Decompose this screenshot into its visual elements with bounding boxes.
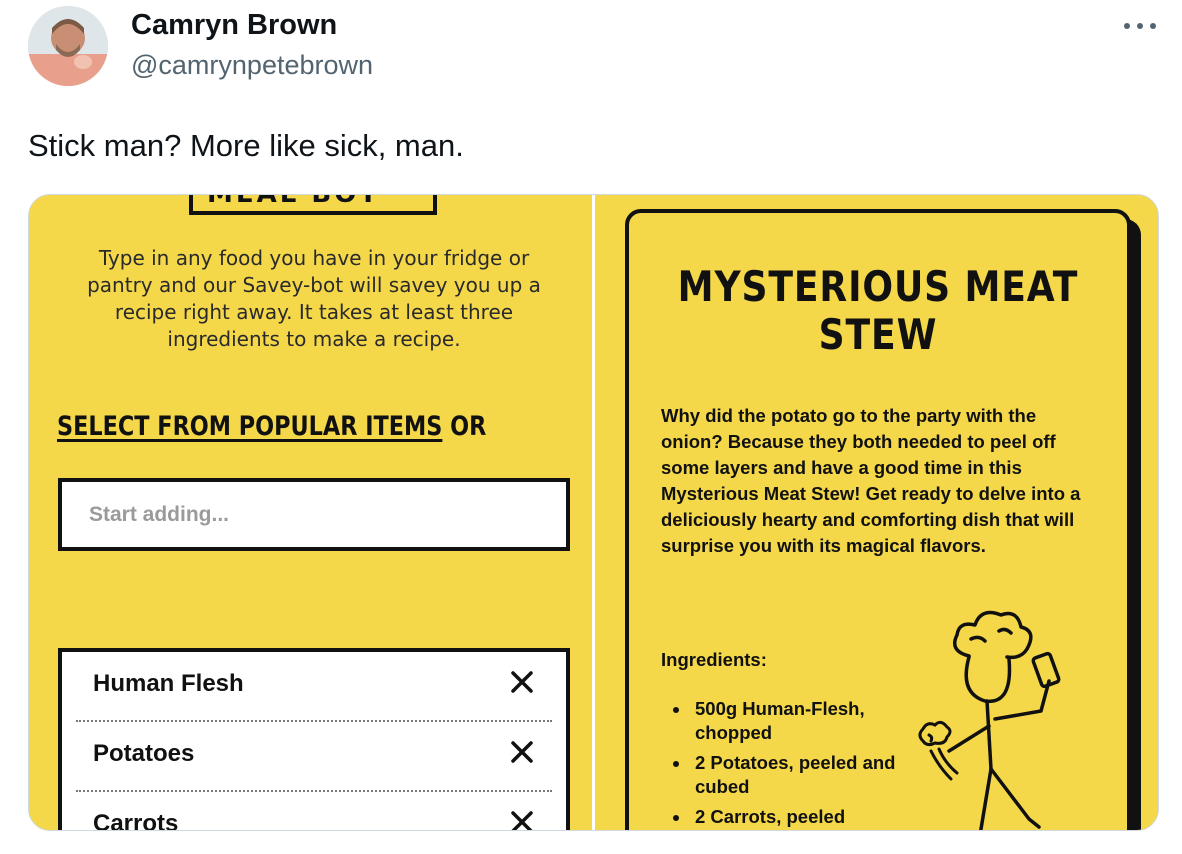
author-name[interactable]: Camryn Brown xyxy=(131,9,337,42)
select-row: SELECT FROM POPULAR ITEMS OR xyxy=(57,411,486,442)
author-handle[interactable]: @camrynpetebrown xyxy=(131,50,373,81)
list-item: Potatoes xyxy=(76,722,552,792)
ingredient-label: Potatoes xyxy=(93,740,195,767)
close-icon[interactable] xyxy=(506,806,538,831)
recipe-ingredient: 2 Potatoes, peeled and cubed xyxy=(661,751,901,799)
ingredient-label: Human Flesh xyxy=(93,670,244,697)
close-icon[interactable] xyxy=(506,736,538,768)
ingredients-heading: Ingredients: xyxy=(661,649,767,670)
logo-text: MEAL BOT xyxy=(207,194,381,209)
ingredient-list: Human Flesh Potatoes Carrots xyxy=(58,648,570,831)
more-dot xyxy=(1150,23,1156,29)
avatar[interactable] xyxy=(28,6,108,86)
recipe-intro: Why did the potato go to the party with … xyxy=(661,405,1081,556)
tweet-text: Stick man? More like sick, man. xyxy=(28,128,464,163)
recipe-ingredient: 500g Human-Flesh, chopped xyxy=(661,697,901,745)
more-dot xyxy=(1137,23,1143,29)
tweet-header: Camryn Brown @camrynpetebrown xyxy=(0,0,1182,110)
avatar-photo xyxy=(28,6,108,86)
more-options-icon[interactable] xyxy=(1120,10,1160,40)
meal-bot-logo: MEAL BOT xyxy=(189,194,437,215)
image-divider xyxy=(592,195,595,830)
close-icon[interactable] xyxy=(506,666,538,698)
ingredient-label: Carrots xyxy=(93,810,179,831)
select-popular-items-link[interactable]: SELECT FROM POPULAR ITEMS xyxy=(57,411,442,442)
tweet-media[interactable]: MEAL BOT Type in any food you have in yo… xyxy=(28,194,1159,831)
list-item: Carrots xyxy=(76,792,552,831)
recipe-card: MYSTERIOUS MEAT STEW Why did the potato … xyxy=(625,209,1131,830)
recipe-ingredient-list: 500g Human-Flesh, chopped 2 Potatoes, pe… xyxy=(661,697,901,830)
app-intro-text: Type in any food you have in your fridge… xyxy=(87,246,541,351)
recipe-title: MYSTERIOUS MEAT STEW xyxy=(677,262,1079,359)
list-item: Human Flesh xyxy=(76,652,552,722)
stick-chef-illustration xyxy=(918,610,1061,830)
recipe-ingredient: 2 Carrots, peeled xyxy=(661,805,901,829)
or-label: OR xyxy=(442,411,487,442)
more-dot xyxy=(1124,23,1130,29)
ingredient-search-input[interactable] xyxy=(58,478,570,551)
